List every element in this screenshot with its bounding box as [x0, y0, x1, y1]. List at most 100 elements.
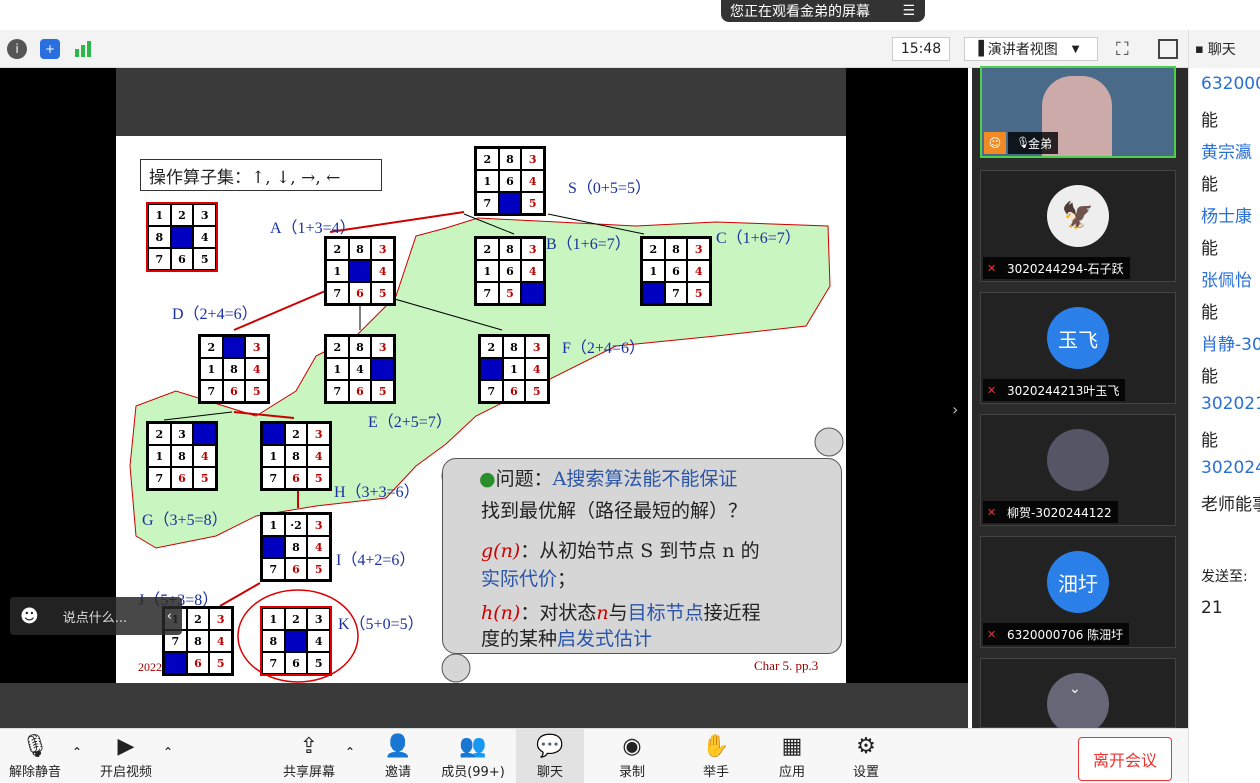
- puzzle-cell: 4: [193, 226, 216, 248]
- raise-hand-button[interactable]: ✋ 举手: [698, 733, 734, 781]
- chevron-down-icon[interactable]: ⌄: [1069, 681, 1081, 697]
- question-scroll: ●问题：A搜索算法能不能保证 找到最优解（路径最短的解）？ g(n)：从初始节点…: [442, 458, 842, 654]
- record-button[interactable]: ◉ 录制: [612, 733, 652, 781]
- info-icon[interactable]: i: [7, 39, 27, 59]
- participant-tile[interactable]: 🦅 3020244294-石子跃 ✕: [980, 170, 1176, 282]
- participant-tile[interactable]: 沺圩 6320000706 陈沺圩 ✕: [980, 536, 1176, 648]
- participant-name: 6320000706 陈沺圩: [983, 623, 1130, 645]
- menu-icon[interactable]: ☰: [902, 3, 915, 19]
- comment-input[interactable]: ☻ 说点什么... ‹: [10, 597, 182, 635]
- g-text: ：从初始节点 S 到节点 n 的: [520, 540, 760, 562]
- puzzle-cell: [480, 358, 503, 380]
- chevron-up-icon[interactable]: ⌃: [72, 745, 82, 759]
- puzzle-cell: 6: [170, 248, 194, 270]
- puzzle-cell: 3: [193, 204, 216, 226]
- collapse-icon[interactable]: ‹: [167, 609, 172, 624]
- label-s: S（0+5=5）: [568, 180, 651, 197]
- label-d: D（2+4=6）: [172, 306, 258, 323]
- chat-message: 632000: [1201, 74, 1260, 94]
- puzzle-cell: 5: [498, 282, 522, 304]
- question-line2: 找到最优解（路径最短的解）？: [481, 500, 748, 522]
- puzzle-cell: 6: [348, 282, 372, 304]
- puzzle-cell: 1: [326, 358, 349, 380]
- question-blue: A搜索算法能不能保证: [552, 468, 738, 490]
- emoji-icon[interactable]: ☻: [20, 606, 39, 627]
- share-label: 共享屏幕: [282, 765, 335, 780]
- hand-label: 举手: [702, 765, 729, 780]
- puzzle-cell: 4: [307, 630, 330, 652]
- puzzle-cell: 2: [480, 336, 503, 358]
- puzzle-cell: 8: [348, 336, 372, 358]
- puzzle-cell: [642, 282, 665, 304]
- participant-tile[interactable]: ⌄: [980, 658, 1176, 735]
- chat-message: 能: [1201, 431, 1218, 451]
- label-k: K（5+0=5）: [338, 616, 424, 633]
- puzzle-cell: 8: [222, 358, 246, 380]
- puzzle-cell: 3: [170, 423, 194, 445]
- puzzle-cell: 6: [498, 260, 522, 282]
- chat-message: 302024: [1201, 458, 1260, 478]
- puzzle-cell: 6: [222, 380, 246, 402]
- h-n: n: [596, 602, 609, 624]
- participant-tile[interactable]: ☺ 金弟 🎙: [980, 66, 1176, 158]
- view-selector[interactable]: ▐ 演讲者视图 ▼: [964, 37, 1098, 61]
- sidebar-toggle-icon[interactable]: [1158, 39, 1178, 59]
- puzzle-s: 28316475: [474, 146, 546, 216]
- goal-puzzle: 12384765: [146, 202, 218, 272]
- start-video-button[interactable]: ▶ 开启视频: [96, 733, 156, 781]
- apps-button[interactable]: ▦ 应用: [774, 733, 810, 781]
- puzzle-cell: 5: [209, 652, 232, 674]
- participant-name: 3020244213叶玉飞: [983, 379, 1126, 401]
- unmute-label: 解除静音: [8, 765, 61, 780]
- members-label: 成员(99+): [441, 765, 505, 780]
- puzzle-cell: 4: [307, 536, 330, 558]
- puzzle-cell: 8: [498, 148, 522, 170]
- fullscreen-icon[interactable]: ⛶: [1116, 39, 1129, 60]
- meeting-clock: 15:48: [892, 37, 950, 61]
- send-to-value[interactable]: 21: [1201, 598, 1223, 618]
- bottom-control-bar: 🎙 解除静音 ⌃ ▶ 开启视频 ⌃ ⇪ 共享屏幕 ⌃ 👤 邀请 👥 成员(99+…: [0, 728, 1188, 783]
- invite-button[interactable]: 👤 邀请: [380, 733, 416, 781]
- puzzle-b: 28316475: [474, 236, 546, 306]
- settings-label: 设置: [852, 765, 879, 780]
- chevron-up-icon[interactable]: ⌃: [163, 745, 173, 759]
- chat-button[interactable]: 💬 聊天: [516, 729, 584, 783]
- label-h: H（3+3=6）: [334, 484, 420, 501]
- settings-button[interactable]: ⚙ 设置: [848, 733, 884, 781]
- puzzle-cell: 1: [148, 204, 171, 226]
- puzzle-cell: 4: [209, 630, 232, 652]
- label-f: F（2+4=6）: [562, 340, 645, 357]
- puzzle-e: 28314765: [324, 334, 396, 404]
- puzzle-cell: 7: [200, 380, 223, 402]
- puzzle-cell: [284, 630, 308, 652]
- puzzle-cell: [262, 423, 285, 445]
- operator-set-box: 操作算子集：↑, ↓, →, ←: [140, 159, 382, 191]
- puzzle-cell: 2: [476, 148, 499, 170]
- puzzle-cell: 8: [284, 536, 308, 558]
- signal-icon[interactable]: [73, 41, 93, 57]
- puzzle-cell: 4: [371, 260, 394, 282]
- participant-tile[interactable]: 玉飞 3020244213叶玉飞 ✕: [980, 292, 1176, 404]
- view-label: 演讲者视图: [987, 42, 1058, 58]
- puzzle-cell: [262, 536, 285, 558]
- label-e: E（2+5=7）: [368, 414, 452, 431]
- chevron-right-icon[interactable]: ›: [952, 400, 958, 419]
- chevron-up-icon[interactable]: ⌃: [345, 745, 355, 759]
- puzzle-cell: 5: [687, 282, 710, 304]
- puzzle-cell: 2: [148, 423, 171, 445]
- puzzle-cell: 3: [245, 336, 268, 358]
- members-button[interactable]: 👥 成员(99+): [440, 733, 506, 781]
- shield-icon[interactable]: +: [40, 39, 60, 59]
- avatar: [1047, 429, 1109, 491]
- bullet-icon: ●: [479, 468, 496, 490]
- chat-message: 张佩怡: [1201, 271, 1252, 291]
- puzzle-cell: 6: [284, 652, 308, 674]
- participant-tile[interactable]: 柳贺-3020244122 ✕: [980, 414, 1176, 526]
- share-screen-button[interactable]: ⇪ 共享屏幕: [280, 733, 338, 781]
- puzzle-cell: 4: [193, 445, 216, 467]
- puzzle-cell: 1: [642, 260, 665, 282]
- leave-meeting-button[interactable]: 离开会议: [1078, 737, 1172, 781]
- mic-muted-icon: ✕: [987, 628, 997, 641]
- unmute-button[interactable]: 🎙 解除静音: [8, 733, 62, 781]
- participant-gallery: ☺ 金弟 🎙 🦅 3020244294-石子跃 ✕ 玉飞 3020244213叶…: [976, 66, 1188, 735]
